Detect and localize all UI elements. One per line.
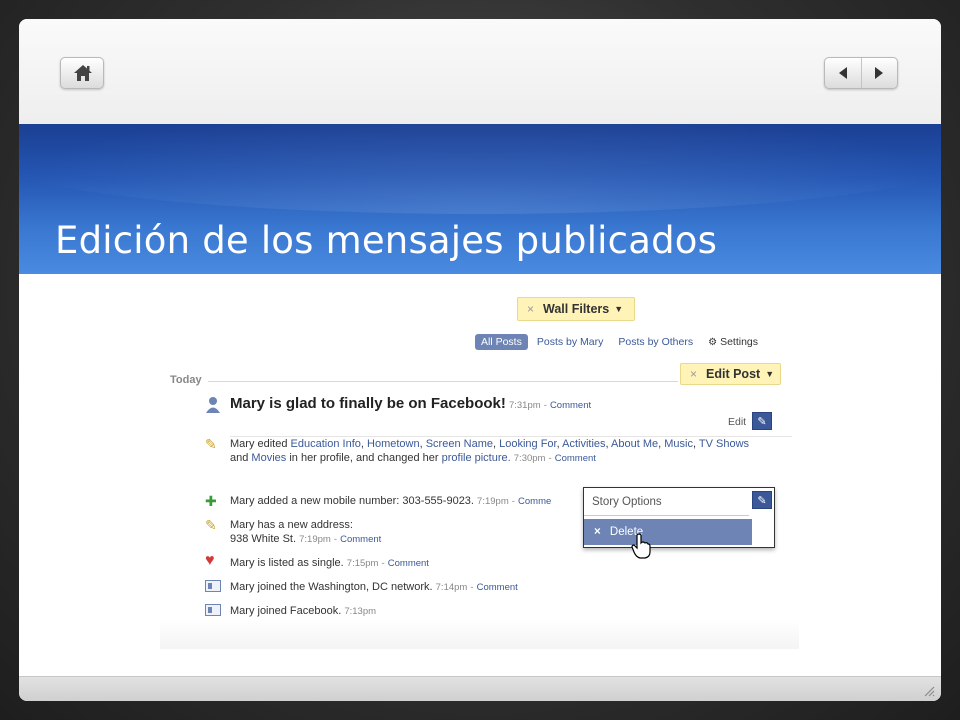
story-network: Mary joined the Washington, DC network. … [205, 580, 518, 595]
divider [208, 381, 678, 382]
story-single: ♥ Mary is listed as single. 7:15pm - Com… [205, 552, 429, 570]
filters-row: All Posts Posts by Mary Posts by Others … [475, 334, 758, 350]
pencil-edit-icon: ✎ [205, 517, 217, 533]
caret-down-icon: ▼ [614, 304, 624, 314]
filter-settings[interactable]: Settings [720, 336, 758, 348]
id-card-icon [205, 580, 221, 594]
gear-icon: ⚙ [708, 336, 718, 348]
comment-link[interactable]: Comment [555, 453, 596, 464]
left-arrow-icon [838, 67, 847, 79]
facebook-wall-screenshot: × Wall Filters ▼ All Posts Posts by Mary… [160, 289, 799, 649]
story-mobile: ✚ Mary added a new mobile number: 303-55… [205, 493, 552, 509]
previous-button[interactable] [825, 58, 862, 88]
resize-grip-icon[interactable] [923, 685, 935, 697]
caret-down-icon: ▼ [765, 369, 775, 379]
close-icon[interactable]: × [690, 367, 697, 381]
filter-posts-by-mary[interactable]: Posts by Mary [537, 336, 604, 348]
prev-next-buttons [824, 57, 898, 89]
story-joined: Mary joined Facebook. 7:13pm [205, 604, 376, 619]
comment-link[interactable]: Comment [477, 582, 518, 593]
close-icon: × [594, 526, 601, 538]
timestamp: 7:31pm [508, 400, 541, 411]
wall-filters-label: Wall Filters [543, 302, 610, 316]
post-headline: Mary is glad to finally be on Facebook! … [206, 395, 591, 413]
top-toolbar [19, 19, 941, 124]
wall-filters-button[interactable]: × Wall Filters ▼ [517, 297, 635, 321]
home-button[interactable] [60, 57, 104, 89]
headline-text: Mary is glad to finally be on Facebook! [230, 395, 506, 412]
edit-post-button[interactable]: × Edit Post ▼ [680, 363, 781, 385]
comment-link[interactable]: Comme [518, 496, 551, 507]
pencil-edit-icon: ✎ [205, 436, 217, 452]
filter-posts-by-others[interactable]: Posts by Others [618, 336, 693, 348]
comment-link[interactable]: Comment [340, 534, 381, 545]
story-options-label: Story Options [584, 488, 749, 516]
person-icon [205, 396, 221, 416]
id-card-icon [205, 604, 221, 618]
phone-add-icon: ✚ [205, 493, 217, 509]
pencil-icon[interactable]: ✎ [752, 412, 772, 430]
close-icon[interactable]: × [527, 302, 534, 316]
today-label: Today [170, 374, 202, 386]
filter-all-posts[interactable]: All Posts [475, 334, 528, 350]
pencil-icon[interactable]: ✎ [752, 491, 772, 509]
edit-link[interactable]: Edit [728, 416, 746, 428]
title-band: Edición de los mensajes publicados [19, 124, 941, 274]
heart-icon: ♥ [205, 552, 215, 569]
comment-link[interactable]: Comment [388, 558, 429, 569]
comment-link[interactable]: Comment [550, 400, 591, 411]
hand-cursor-icon [631, 533, 651, 559]
home-icon [74, 65, 92, 81]
right-arrow-icon [875, 67, 884, 79]
next-button[interactable] [862, 58, 898, 88]
slide-title: Edición de los mensajes publicados [55, 219, 718, 262]
bottom-bar [19, 676, 941, 701]
slide: Edición de los mensajes publicados × Wal… [19, 19, 941, 701]
story-options-menu: Story Options ✎ × Delete [583, 487, 775, 548]
edit-post-label: Edit Post [706, 367, 761, 381]
delete-menu-item[interactable]: × Delete [584, 519, 752, 545]
story-profile-edit: ✎ Mary edited Education Info, Hometown, … [205, 436, 750, 464]
story-address: ✎ Mary has a new address: 938 White St. … [205, 517, 382, 545]
